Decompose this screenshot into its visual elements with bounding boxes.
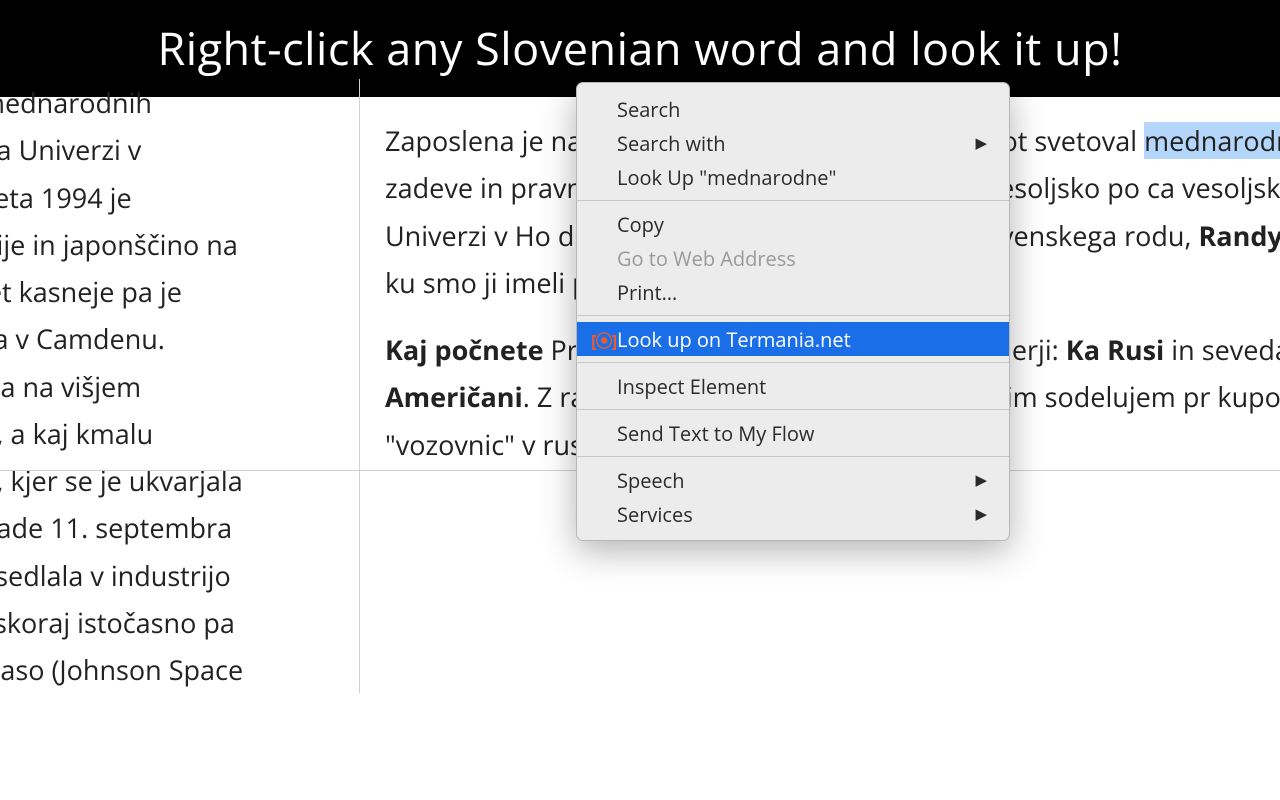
- bold-text: Ka: [1066, 331, 1100, 368]
- context-menu: Search Search with ▶ Look Up "mednarodne…: [576, 82, 1010, 541]
- menu-label: Send Text to My Flow: [617, 420, 987, 447]
- text-fragment: in seveda: [1164, 331, 1280, 368]
- question-heading: Kaj počnete: [385, 331, 544, 368]
- text-fragment: [1100, 331, 1107, 368]
- menu-label: Print…: [617, 279, 987, 306]
- menu-label: Go to Web Address: [617, 245, 987, 272]
- menu-item-inspect-element[interactable]: Inspect Element: [577, 369, 1009, 403]
- left-column-text: mednarodnih na Univerzi v Leta 1994 je d…: [0, 79, 360, 693]
- menu-label: Services: [617, 501, 975, 528]
- menu-item-speech[interactable]: Speech ▶: [577, 463, 1009, 497]
- menu-item-copy[interactable]: Copy: [577, 207, 1009, 241]
- bold-text: Američani: [385, 378, 523, 415]
- chevron-right-icon: ▶: [975, 133, 987, 153]
- menu-item-send-to-flow[interactable]: Send Text to My Flow: [577, 416, 1009, 450]
- menu-label: Search: [617, 96, 987, 123]
- chevron-right-icon: ▶: [975, 470, 987, 490]
- menu-item-go-to-address: Go to Web Address: [577, 241, 1009, 275]
- menu-item-print[interactable]: Print…: [577, 275, 1009, 309]
- bold-name: Randyjem B: [1198, 217, 1280, 254]
- menu-label: Copy: [617, 211, 987, 238]
- bold-text: Rusi: [1107, 331, 1164, 368]
- menu-separator: [577, 409, 1009, 410]
- menu-item-search[interactable]: Search: [577, 92, 1009, 126]
- chevron-right-icon: ▶: [975, 504, 987, 524]
- menu-item-search-with[interactable]: Search with ▶: [577, 126, 1009, 160]
- selected-word[interactable]: mednarodne: [1144, 122, 1280, 159]
- menu-label: Search with: [617, 130, 975, 157]
- menu-separator: [577, 456, 1009, 457]
- termania-extension-icon: [⦿]: [591, 327, 613, 352]
- menu-item-look-up[interactable]: Look Up "mednarodne": [577, 160, 1009, 194]
- menu-label: Speech: [617, 467, 975, 494]
- menu-separator: [577, 315, 1009, 316]
- menu-label: Inspect Element: [617, 373, 987, 400]
- menu-separator: [577, 200, 1009, 201]
- menu-item-termania-lookup[interactable]: [⦿] Look up on Termania.net: [577, 322, 1009, 356]
- menu-label: Look up on Termania.net: [617, 326, 987, 353]
- menu-label: Look Up "mednarodne": [617, 164, 987, 191]
- menu-separator: [577, 362, 1009, 363]
- menu-item-services[interactable]: Services ▶: [577, 497, 1009, 531]
